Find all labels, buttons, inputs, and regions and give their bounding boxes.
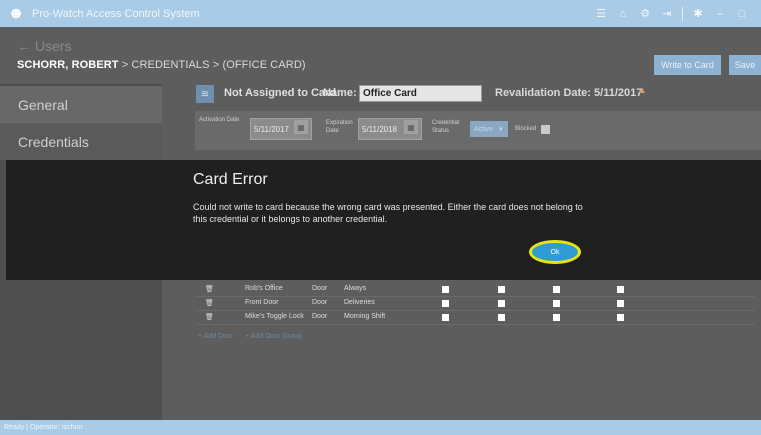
calendar-icon[interactable]: ▦	[294, 120, 308, 134]
permission-checkbox[interactable]	[553, 300, 560, 307]
trash-icon[interactable]: 🗑	[205, 285, 214, 293]
permission-checkbox[interactable]	[617, 300, 624, 307]
maximize-icon[interactable]: □	[731, 0, 753, 27]
app-title: Pro-Watch Access Control System	[32, 7, 200, 20]
credential-status-label: Credential Status	[432, 120, 460, 134]
door-type: Door	[312, 285, 328, 292]
card-status-title: Not Assigned to Card	[224, 87, 337, 99]
gear-icon[interactable]: ⚙	[634, 0, 656, 27]
permission-checkbox[interactable]	[617, 286, 624, 293]
wifi-icon[interactable]: ≋	[196, 85, 214, 103]
door-table: 🗑 Rob's Office Door Always 🗑 Front Door …	[195, 283, 755, 325]
trash-icon[interactable]: 🗑	[205, 313, 214, 321]
back-link[interactable]: ← Users	[17, 38, 71, 54]
door-name: Mike's Toggle Lock	[245, 313, 304, 320]
permission-checkbox[interactable]	[442, 300, 449, 307]
add-door-group-link[interactable]: + Add Door Group	[245, 333, 302, 340]
table-row[interactable]: 🗑 Rob's Office Door Always	[195, 283, 755, 297]
blocked-checkbox[interactable]	[541, 125, 550, 134]
permission-checkbox[interactable]	[498, 286, 505, 293]
add-door-link[interactable]: + Add Door	[198, 333, 233, 340]
title-bar: ☻ Pro-Watch Access Control System ☰ ⌂ ⚙ …	[0, 0, 761, 27]
home-icon[interactable]: ⌂	[612, 0, 634, 27]
expiration-date-label: Expiration Date	[326, 120, 353, 134]
table-row[interactable]: 🗑 Mike's Toggle Lock Door Morning Shift	[195, 311, 755, 325]
minimize-icon[interactable]: –	[709, 0, 731, 27]
breadcrumb: SCHORR, ROBERT > CREDENTIALS > (OFFICE C…	[17, 59, 306, 71]
door-name: Front Door	[245, 299, 279, 306]
permission-checkbox[interactable]	[553, 314, 560, 321]
dialog-message: Could not write to card because the wron…	[193, 202, 583, 224]
door-type: Door	[312, 299, 328, 306]
warning-icon: ▲	[637, 85, 647, 96]
permission-checkbox[interactable]	[617, 314, 624, 321]
write-to-card-button[interactable]: Write to Card	[654, 55, 721, 75]
date-panel: Activation Date 5/11/2017 ▦ Expiration D…	[195, 111, 761, 150]
name-field[interactable]: Office Card	[359, 85, 482, 102]
settings-icon[interactable]: ✱	[687, 0, 709, 27]
credential-status-select[interactable]: Active ▾	[470, 121, 508, 137]
permission-checkbox[interactable]	[498, 300, 505, 307]
sidebar-item-credentials[interactable]: Credentials	[0, 123, 162, 160]
dialog-title: Card Error	[193, 171, 268, 188]
breadcrumb-separator: >	[121, 59, 129, 71]
door-schedule: Deliveries	[344, 299, 375, 306]
status-bar: Ready | Operator: rschorr	[0, 420, 761, 435]
activation-date-label: Activation Date	[199, 117, 240, 123]
user-logo-icon: ☻	[7, 4, 25, 22]
titlebar-divider	[682, 6, 683, 21]
add-links: + Add Door + Add Door Group	[198, 333, 312, 340]
breadcrumb-separator: >	[212, 59, 220, 71]
permission-checkbox[interactable]	[498, 314, 505, 321]
blocked-label: Blocked	[515, 126, 537, 132]
door-name: Rob's Office	[245, 285, 283, 292]
chevron-down-icon: ▾	[499, 126, 503, 133]
door-schedule: Always	[344, 285, 367, 292]
permission-checkbox[interactable]	[442, 286, 449, 293]
ok-button[interactable]: Ok	[529, 240, 581, 264]
breadcrumb-section[interactable]: CREDENTIALS	[131, 59, 209, 71]
table-row[interactable]: 🗑 Front Door Door Deliveries	[195, 297, 755, 311]
permission-checkbox[interactable]	[553, 286, 560, 293]
save-button[interactable]: Save	[729, 55, 761, 75]
logout-icon[interactable]: ⇥	[656, 0, 678, 27]
menu-icon[interactable]: ☰	[590, 0, 612, 27]
breadcrumb-person[interactable]: SCHORR, ROBERT	[17, 59, 119, 71]
door-type: Door	[312, 313, 328, 320]
sidebar-item-general[interactable]: General	[0, 86, 162, 123]
door-schedule: Morning Shift	[344, 313, 386, 320]
calendar-icon[interactable]: ▦	[404, 120, 418, 134]
name-label: Name:	[323, 87, 357, 99]
trash-icon[interactable]: 🗑	[205, 299, 214, 307]
revalidation-date: Revalidation Date: 5/11/2017	[495, 87, 643, 99]
permission-checkbox[interactable]	[442, 314, 449, 321]
breadcrumb-item: (OFFICE CARD)	[222, 59, 306, 71]
credential-status-value: Active	[474, 125, 494, 133]
titlebar-icons: ☰ ⌂ ⚙ ⇥ ✱ – □	[590, 0, 753, 27]
